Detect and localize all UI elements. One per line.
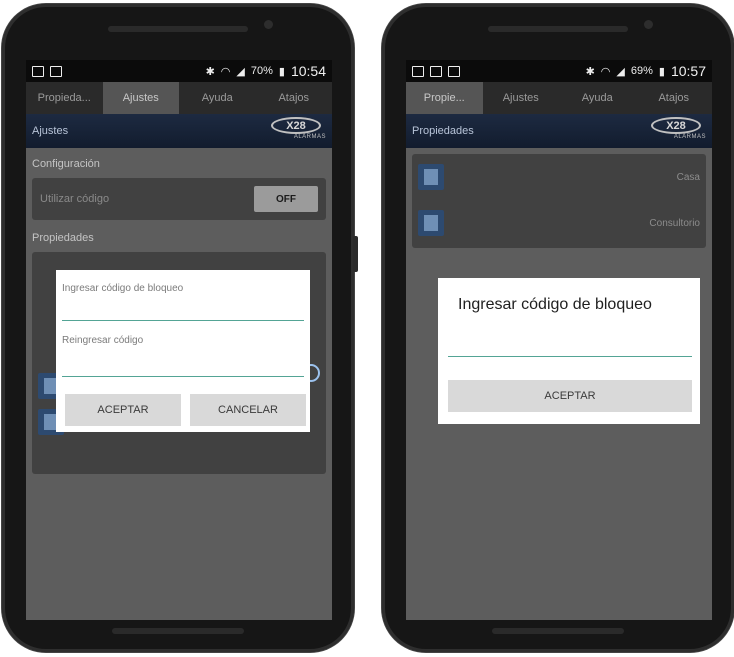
tab-atajos[interactable]: Atajos — [636, 82, 713, 114]
home-bar — [492, 628, 624, 634]
tab-propiedades[interactable]: Propieda... — [26, 82, 103, 114]
toggle-card: Utilizar código OFF — [32, 178, 326, 220]
building-icon — [418, 210, 444, 236]
header: Propiedades X28 ALARMAS — [406, 114, 712, 148]
reenter-code-placeholder: Reingresar código — [62, 335, 144, 346]
battery-percent: 69% — [630, 65, 653, 77]
dialog-title: Ingresar código de bloqueo — [458, 296, 652, 313]
tab-ajustes[interactable]: Ajustes — [102, 82, 179, 114]
tab-ajustes[interactable]: Ajustes — [483, 82, 560, 114]
signal-icon: ◢ — [616, 65, 625, 78]
logo-subtitle: ALARMAS — [673, 134, 706, 140]
front-camera — [264, 20, 273, 29]
code-toggle-button[interactable]: OFF — [254, 186, 318, 212]
tab-ayuda[interactable]: Ayuda — [559, 82, 636, 114]
list-item[interactable]: Casa — [412, 154, 706, 200]
tab-bar: Propie... Ajustes Ayuda Atajos — [406, 82, 712, 114]
bluetooth-icon: ✱ — [205, 65, 215, 78]
logo-mark: X28 — [271, 117, 321, 134]
phone-left: ✱ ◠ ◢ 70% ▮ 10:54 Propieda... Ajustes Ay… — [2, 4, 358, 652]
page-title: Propiedades — [412, 125, 474, 137]
section-propiedades: Propiedades — [32, 232, 94, 244]
screenshot-icon — [412, 65, 424, 77]
lock-code-field[interactable]: Ingresar código de bloqueo — [62, 278, 304, 321]
property-name: Consultorio — [649, 217, 700, 229]
toggle-label: Utilizar código — [40, 193, 110, 205]
front-camera — [644, 20, 653, 29]
tab-ayuda[interactable]: Ayuda — [179, 82, 256, 114]
battery-percent: 70% — [250, 65, 273, 77]
status-bar: ✱ ◠ ◢ 69% ▮ 10:57 — [406, 60, 712, 82]
clock: 10:54 — [290, 63, 326, 79]
cancel-button[interactable]: CANCELAR — [190, 394, 306, 426]
home-bar — [112, 628, 244, 634]
status-bar: ✱ ◠ ◢ 70% ▮ 10:54 — [26, 60, 332, 82]
lock-code-dialog: Ingresar código de bloqueo Reingresar có… — [56, 270, 310, 432]
side-button — [353, 236, 358, 272]
speaker-grille — [488, 26, 628, 32]
notification-icon — [430, 65, 442, 77]
lock-code-dialog: Ingresar código de bloqueo ACEPTAR — [438, 278, 700, 424]
bluetooth-icon: ✱ — [585, 65, 595, 78]
lock-code-field[interactable] — [448, 330, 692, 357]
header: Ajustes X28 ALARMAS — [26, 114, 332, 148]
battery-icon: ▮ — [278, 65, 285, 78]
message-icon — [448, 65, 460, 77]
property-name: Casa — [676, 171, 700, 183]
brand-logo: X28 ALARMAS — [266, 117, 326, 145]
lock-code-placeholder: Ingresar código de bloqueo — [62, 283, 184, 294]
tab-propiedades[interactable]: Propie... — [406, 82, 483, 114]
speaker-grille — [108, 26, 248, 32]
logo-mark: X28 — [651, 117, 701, 134]
house-icon — [418, 164, 444, 190]
tab-bar: Propieda... Ajustes Ayuda Atajos — [26, 82, 332, 114]
reenter-code-field[interactable]: Reingresar código — [62, 330, 304, 377]
brand-logo: X28 ALARMAS — [646, 117, 706, 145]
accept-button[interactable]: ACEPTAR — [448, 380, 692, 412]
clock: 10:57 — [670, 63, 706, 79]
tab-atajos[interactable]: Atajos — [256, 82, 333, 114]
signal-icon: ◢ — [236, 65, 245, 78]
screen-left: ✱ ◠ ◢ 70% ▮ 10:54 Propieda... Ajustes Ay… — [26, 60, 332, 620]
wifi-icon: ◠ — [220, 65, 231, 78]
list-item[interactable]: Consultorio — [412, 200, 706, 246]
battery-icon: ▮ — [658, 65, 665, 78]
section-configuracion: Configuración — [32, 158, 100, 170]
logo-subtitle: ALARMAS — [293, 134, 326, 140]
phone-right: ✱ ◠ ◢ 69% ▮ 10:57 Propie... Ajustes Ayud… — [382, 4, 734, 652]
message-icon — [50, 65, 62, 77]
notification-icon — [32, 65, 44, 77]
properties-list: Casa Consultorio — [412, 154, 706, 248]
page-title: Ajustes — [32, 125, 69, 137]
accept-button[interactable]: ACEPTAR — [65, 394, 181, 426]
wifi-icon: ◠ — [600, 65, 611, 78]
screen-right: ✱ ◠ ◢ 69% ▮ 10:57 Propie... Ajustes Ayud… — [406, 60, 712, 620]
